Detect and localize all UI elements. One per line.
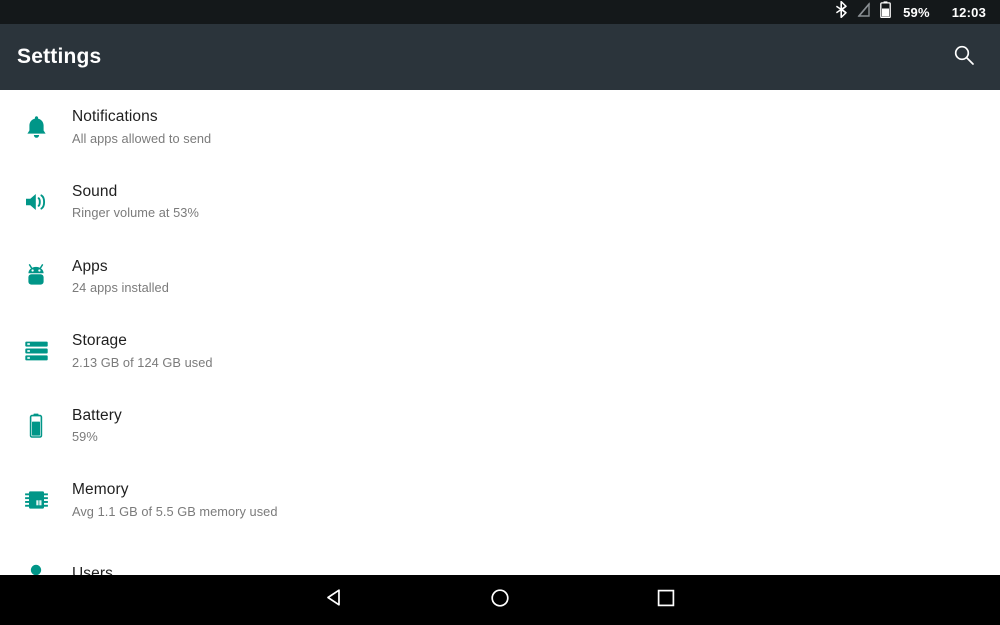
battery-icon <box>880 1 891 23</box>
battery-percent-label: 59% <box>903 4 930 20</box>
storage-icon <box>0 340 72 362</box>
settings-row-subtitle: All apps allowed to send <box>72 130 212 146</box>
settings-row-text: Users <box>72 564 113 575</box>
settings-row-battery[interactable]: Battery 59% <box>0 388 1000 463</box>
settings-row-title: Battery <box>72 406 122 424</box>
android-settings-screen: 59% 12:03 Settings Notifications All app… <box>0 0 1000 625</box>
status-bar: 59% 12:03 <box>0 0 1000 24</box>
settings-row-notifications[interactable]: Notifications All apps allowed to send <box>0 90 1000 165</box>
settings-row-memory[interactable]: Memory Avg 1.1 GB of 5.5 GB memory used <box>0 463 1000 538</box>
settings-row-title: Users <box>72 564 113 575</box>
settings-row-text: Memory Avg 1.1 GB of 5.5 GB memory used <box>72 480 278 520</box>
home-icon <box>490 588 510 613</box>
settings-row-subtitle: 2.13 GB of 124 GB used <box>72 354 213 370</box>
recents-button[interactable] <box>583 575 749 625</box>
app-bar: Settings <box>0 24 1000 90</box>
settings-row-sound[interactable]: Sound Ringer volume at 53% <box>0 165 1000 240</box>
settings-row-title: Notifications <box>72 108 158 126</box>
settings-row-text: Storage 2.13 GB of 124 GB used <box>72 331 213 371</box>
settings-row-title: Sound <box>72 183 118 201</box>
settings-row-storage[interactable]: Storage 2.13 GB of 124 GB used <box>0 314 1000 389</box>
settings-row-text: Notifications All apps allowed to send <box>72 107 211 147</box>
memory-chip-icon <box>0 488 72 512</box>
search-button[interactable] <box>940 33 988 81</box>
settings-row-title: Storage <box>72 332 127 350</box>
status-icon-group: 59% 12:03 <box>835 0 986 23</box>
settings-list[interactable]: Notifications All apps allowed to send S… <box>0 90 1000 575</box>
back-button[interactable] <box>251 575 417 625</box>
settings-row-text: Apps 24 apps installed <box>72 257 169 297</box>
settings-row-users[interactable]: Users <box>0 538 1000 575</box>
home-button[interactable] <box>417 575 583 625</box>
back-icon <box>325 588 344 612</box>
recents-icon <box>657 589 675 612</box>
search-icon <box>953 44 975 71</box>
settings-row-subtitle: 59% <box>72 429 98 445</box>
volume-up-icon <box>0 191 72 213</box>
settings-row-apps[interactable]: Apps 24 apps installed <box>0 239 1000 314</box>
bell-icon <box>0 115 72 140</box>
settings-row-text: Battery 59% <box>72 406 122 446</box>
settings-row-text: Sound Ringer volume at 53% <box>72 182 199 222</box>
navigation-bar <box>0 575 1000 625</box>
page-title: Settings <box>17 45 102 68</box>
settings-row-title: Memory <box>72 481 129 499</box>
settings-row-subtitle: 24 apps installed <box>72 280 169 296</box>
settings-row-subtitle: Avg 1.1 GB of 5.5 GB memory used <box>72 503 278 519</box>
bluetooth-icon <box>835 0 848 23</box>
status-clock: 12:03 <box>951 4 986 20</box>
battery-icon <box>0 413 72 438</box>
signal-off-icon <box>857 1 871 23</box>
user-icon <box>0 563 72 575</box>
settings-row-title: Apps <box>72 257 108 275</box>
settings-row-subtitle: Ringer volume at 53% <box>72 205 199 221</box>
android-robot-icon <box>0 264 72 288</box>
